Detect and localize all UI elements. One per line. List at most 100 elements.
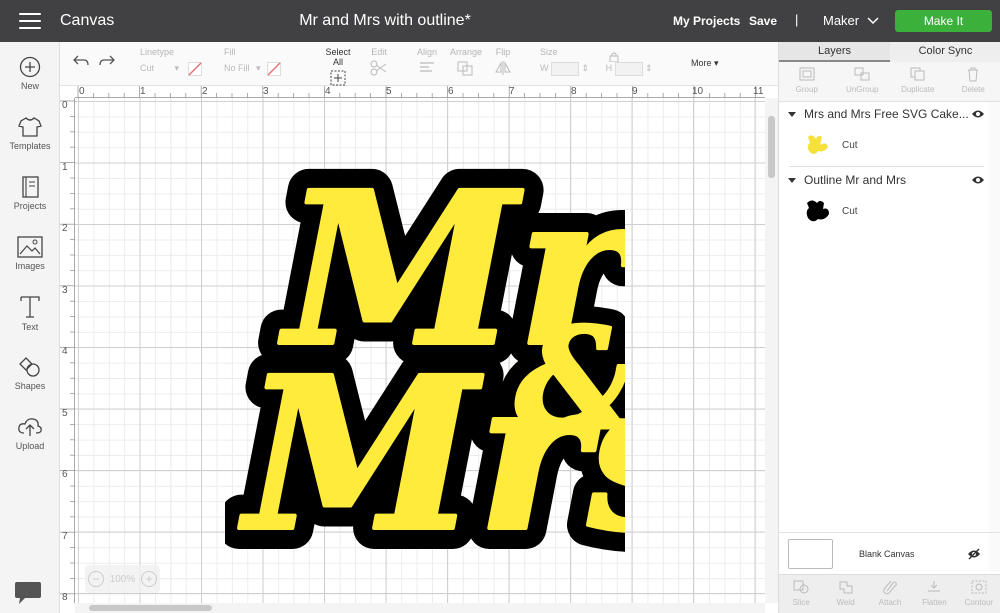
- ruler-mark: 1: [140, 86, 146, 97]
- flatten-button[interactable]: Flatten: [912, 575, 956, 613]
- size-control[interactable]: Size W ⇕ H ⇕: [540, 47, 653, 76]
- sidebar-item-shapes[interactable]: Shapes: [0, 356, 60, 391]
- save-button[interactable]: Save: [749, 14, 777, 28]
- fill-color-swatch-icon[interactable]: [267, 61, 282, 76]
- scissors-icon: [370, 60, 387, 76]
- blank-canvas-row[interactable]: Blank Canvas: [779, 532, 1000, 574]
- sidebar-item-upload[interactable]: Upload: [0, 416, 60, 451]
- zoom-in-button[interactable]: +: [141, 571, 158, 587]
- attach-button[interactable]: Attach: [868, 575, 912, 613]
- duplicate-label: Duplicate: [901, 85, 935, 94]
- ungroup-label: UnGroup: [846, 85, 879, 94]
- fill-label: Fill: [224, 47, 236, 57]
- caret-down-icon[interactable]: [788, 177, 796, 183]
- layer-group-header[interactable]: Outline Mr and Mrs: [779, 168, 989, 192]
- tab-color-sync[interactable]: Color Sync: [890, 42, 1000, 62]
- more-button[interactable]: More ▾: [691, 58, 719, 69]
- chat-icon[interactable]: [13, 577, 43, 607]
- edit-button[interactable]: Edit: [368, 47, 390, 78]
- tab-layers[interactable]: Layers: [779, 42, 890, 62]
- ungroup-button[interactable]: UnGroup: [835, 62, 891, 101]
- sidebar-item-new[interactable]: New: [0, 56, 60, 91]
- linetype-label: Linetype: [140, 47, 175, 57]
- ruler-corner: [60, 86, 75, 98]
- machine-select[interactable]: Maker: [823, 13, 879, 28]
- lock-icon[interactable]: [609, 52, 619, 62]
- ruler-mark: 10: [692, 86, 704, 97]
- upload-cloud-icon: [18, 418, 42, 436]
- caret-down-icon[interactable]: [788, 111, 796, 117]
- contour-button[interactable]: Contour: [957, 575, 1000, 613]
- linetype-control[interactable]: Linetype Cut ▾: [140, 47, 202, 76]
- layer-thumbnail: [806, 200, 829, 222]
- eye-icon[interactable]: [971, 175, 985, 185]
- plus-circle-icon: [19, 56, 41, 78]
- mr-and-mrs-design[interactable]: Mr Mrs & Mr Mrs &: [225, 143, 625, 583]
- delete-button[interactable]: Delete: [946, 62, 1000, 101]
- arrange-label: Arrange: [450, 47, 483, 57]
- eye-icon[interactable]: [971, 109, 985, 119]
- eye-off-icon[interactable]: [967, 548, 981, 560]
- width-input[interactable]: [551, 61, 580, 76]
- layer-group-2: Outline Mr and Mrs Cut: [779, 168, 989, 230]
- ruler-mark: 4: [62, 346, 68, 357]
- select-all-button[interactable]: Select All: [320, 47, 356, 88]
- make-it-button[interactable]: Make It: [895, 10, 992, 32]
- flatten-label: Flatten: [922, 598, 947, 607]
- sidebar-item-label: Upload: [15, 441, 45, 451]
- group-button[interactable]: Group: [779, 62, 835, 101]
- layer-item[interactable]: Cut: [779, 192, 989, 230]
- top-ruler-ticks: [77, 86, 756, 98]
- ruler-mark: 5: [62, 408, 68, 419]
- duplicate-button[interactable]: Duplicate: [890, 62, 946, 101]
- ruler-mark: 7: [62, 531, 68, 542]
- select-all-label: Select All: [325, 47, 351, 67]
- ruler-mark: 6: [448, 86, 454, 97]
- weld-icon: [839, 581, 853, 594]
- canvas-vertical-scrollbar[interactable]: [765, 98, 778, 603]
- layer-operation: Cut: [842, 205, 858, 217]
- zoom-out-button[interactable]: −: [87, 571, 104, 587]
- layer-item[interactable]: Cut: [779, 126, 989, 164]
- sidebar-item-projects[interactable]: Projects: [0, 176, 60, 211]
- edit-label: Edit: [371, 47, 387, 57]
- height-label: H: [605, 63, 613, 73]
- flatten-icon: [928, 581, 941, 592]
- align-icon: [420, 62, 434, 72]
- linetype-color-swatch-icon[interactable]: [187, 61, 202, 76]
- flip-button[interactable]: Flip: [492, 47, 514, 78]
- slice-button[interactable]: Slice: [779, 575, 823, 613]
- text-icon: [20, 296, 40, 318]
- align-button[interactable]: Align: [415, 47, 439, 78]
- weld-button[interactable]: Weld: [823, 575, 867, 613]
- layer-group-1: Mrs and Mrs Free SVG Cake... Cut: [779, 102, 989, 164]
- ruler-mark: 3: [263, 86, 269, 97]
- design-canvas[interactable]: Mr Mrs & Mr Mrs &: [75, 98, 765, 603]
- my-projects-link[interactable]: My Projects: [673, 14, 740, 28]
- panel-bottom-actions: Slice Weld Attach Flatten Contour: [779, 574, 1000, 613]
- redo-icon[interactable]: [98, 54, 116, 68]
- layer-group-header[interactable]: Mrs and Mrs Free SVG Cake...: [779, 102, 989, 126]
- sidebar-item-templates[interactable]: Templates: [0, 116, 60, 151]
- fill-control[interactable]: Fill No Fill ▾: [224, 47, 282, 76]
- trash-icon: [968, 67, 979, 82]
- size-label: Size: [540, 47, 558, 57]
- sidebar-item-label: Templates: [9, 141, 51, 151]
- ruler-mark: 7: [509, 86, 515, 97]
- scrollbar-thumb[interactable]: [89, 605, 212, 611]
- sidebar-item-images[interactable]: Images: [0, 236, 60, 271]
- sidebar-item-text[interactable]: Text: [0, 295, 60, 332]
- canvas-horizontal-scrollbar[interactable]: [75, 603, 765, 613]
- undo-icon[interactable]: [72, 54, 90, 68]
- arrange-button[interactable]: Arrange: [450, 47, 483, 78]
- height-input[interactable]: [614, 61, 643, 76]
- ruler-mark: 4: [325, 86, 331, 97]
- ruler-mark: 2: [202, 86, 208, 97]
- ruler-mark: 11: [753, 86, 764, 97]
- scrollbar-thumb[interactable]: [768, 116, 775, 178]
- panel-scrollbar[interactable]: [989, 102, 1000, 572]
- group-icon: [799, 67, 815, 81]
- ruler-mark: 8: [571, 86, 577, 97]
- left-sidebar: New Templates Projects Images Text Shape…: [0, 42, 60, 613]
- blank-canvas-swatch[interactable]: [788, 538, 833, 569]
